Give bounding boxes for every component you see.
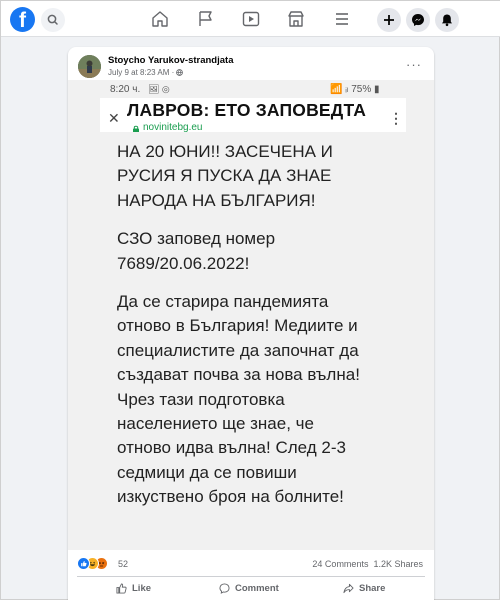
flag-icon[interactable] <box>197 10 215 28</box>
phone-battery: 📶 ᵢₗ 75% ▮ <box>330 84 380 95</box>
search-button[interactable] <box>41 8 65 32</box>
close-icon: ✕ <box>108 110 120 126</box>
comment-icon <box>219 583 230 594</box>
menu-icon[interactable] <box>333 10 351 28</box>
article-url: novinitebg.eu <box>143 122 203 132</box>
like-button[interactable]: Like <box>116 583 151 594</box>
post-meta: July 9 at 8:23 AM · <box>108 68 184 77</box>
browser-toolbar: ✕ ЛАВРОВ: ЕТО ЗАПОВЕДТА novinitebg.eu ⋮ <box>100 98 406 132</box>
plus-icon <box>384 15 394 25</box>
comments-shares-count: 24 Comments 1.2K Shares <box>312 559 423 569</box>
marketplace-icon[interactable] <box>287 10 305 28</box>
browser-menu-icon: ⋮ <box>389 110 403 126</box>
search-icon <box>47 14 58 25</box>
reaction-count[interactable]: 52 <box>118 559 128 569</box>
share-label: Share <box>359 583 386 594</box>
globe-icon <box>176 69 184 76</box>
like-label: Like <box>132 583 152 594</box>
post-actions: Like Comment Share <box>68 577 434 600</box>
notifications-button[interactable] <box>435 8 459 32</box>
facebook-logo[interactable]: f <box>10 7 35 32</box>
post-author-name[interactable]: Stoycho Yarukov-strandjata <box>108 55 233 66</box>
reaction-icons[interactable] <box>77 557 117 571</box>
author-avatar[interactable] <box>78 55 101 78</box>
phone-clock: 8:20 ч. <box>110 84 141 95</box>
video-icon[interactable] <box>242 10 260 28</box>
top-navigation-bar: f <box>1 1 500 37</box>
article-paragraph: СЗО заповед номер 7689/20.06.2022! <box>117 229 276 273</box>
share-icon <box>343 583 354 594</box>
comment-button[interactable]: Comment <box>219 583 279 594</box>
post-card: Stoycho Yarukov-strandjata July 9 at 8:2… <box>68 47 434 600</box>
post-timestamp[interactable]: July 9 at 8:23 AM · <box>108 68 176 77</box>
lock-icon <box>133 125 139 132</box>
post-options-button[interactable]: ··· <box>406 57 422 72</box>
post-image[interactable]: 8:20 ч. 🖼 ◎ 📶 ᵢₗ 75% ▮ ✕ ЛАВРОВ: ЕТО ЗАП… <box>68 80 434 550</box>
share-button[interactable]: Share <box>343 583 385 594</box>
reactions-summary: 52 24 Comments 1.2K Shares <box>68 550 434 576</box>
phone-status-icons: 🖼 ◎ <box>148 84 170 94</box>
article-headline: ЛАВРОВ: ЕТО ЗАПОВЕДТА <box>127 100 367 120</box>
notifications-icon <box>442 14 452 27</box>
phone-status-bar: 8:20 ч. 🖼 ◎ 📶 ᵢₗ 75% ▮ <box>68 80 434 98</box>
avatar-photo <box>78 55 101 78</box>
article-paragraph: НА 20 ЮНИ!! ЗАСЕЧЕНА И РУСИЯ Я ПУСКА ДА … <box>117 142 333 210</box>
messenger-button[interactable] <box>406 8 430 32</box>
article-body: НА 20 ЮНИ!! ЗАСЕЧЕНА И РУСИЯ Я ПУСКА ДА … <box>117 140 417 524</box>
messenger-icon <box>412 14 424 26</box>
home-icon[interactable] <box>151 10 169 28</box>
shares-count[interactable]: 1.2K Shares <box>373 559 423 569</box>
comments-count[interactable]: 24 Comments <box>312 559 368 569</box>
article-paragraph: Да се старира пандемията отново в Българ… <box>117 292 360 507</box>
create-button[interactable] <box>377 8 401 32</box>
like-reaction-icon <box>77 557 90 570</box>
comment-label: Comment <box>235 583 279 594</box>
thumbs-up-icon <box>116 583 127 594</box>
